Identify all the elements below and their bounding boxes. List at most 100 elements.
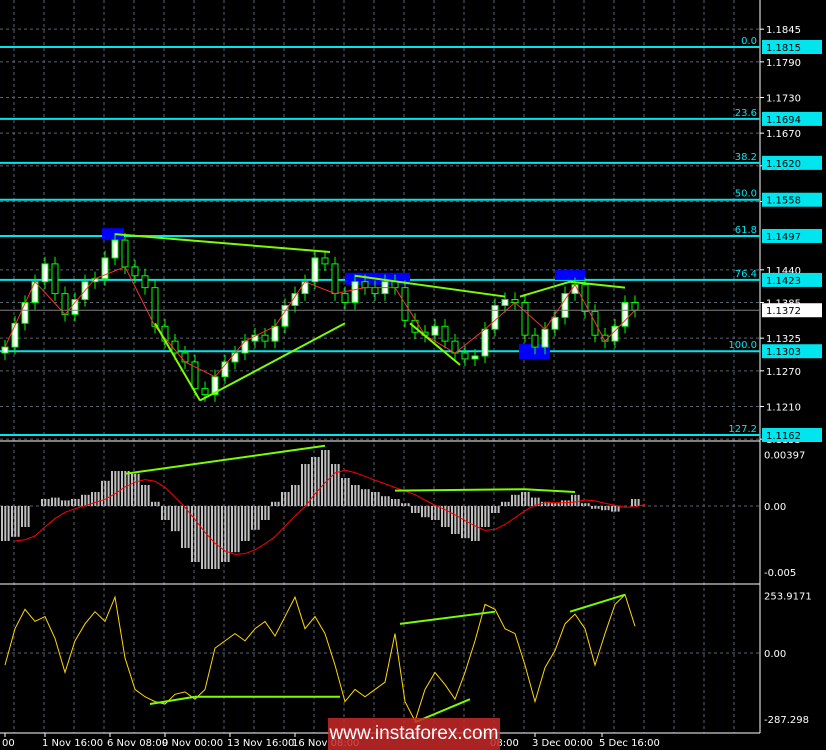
macd-bar [7, 506, 10, 541]
candle-body [351, 281, 359, 304]
macd-bar [487, 506, 490, 527]
macd-bar [124, 471, 127, 506]
time-tick-label: 1 Nov 16:00 [42, 738, 103, 749]
macd-tick-label: 0.00397 [764, 450, 805, 461]
macd-bar [21, 506, 23, 527]
macd-bar [44, 499, 47, 506]
cci-line [4, 593, 636, 723]
fib-level-label: 38.2 [735, 152, 757, 163]
macd-bar [637, 499, 640, 506]
macd-bar [464, 506, 467, 539]
macd-bar [347, 478, 350, 506]
macd-bar [591, 506, 593, 509]
macd-bar [174, 506, 177, 532]
time-tick-label: 13 Nov 16:00 [227, 738, 294, 749]
candle-body [551, 316, 559, 330]
time-tick-label: 9 Nov 00:00 [162, 738, 223, 749]
cci-tick-label: 253.9171 [764, 591, 812, 602]
macd-bar [321, 450, 323, 506]
macd-bar [291, 485, 293, 506]
macd-bar [264, 506, 267, 520]
macd-bar [427, 506, 430, 518]
trend-line [394, 488, 526, 492]
fib-price-label: 1.1497 [766, 232, 801, 243]
candle-body [231, 352, 239, 363]
macd-bar [101, 480, 103, 506]
macd-bar [631, 499, 633, 506]
macd-bar [307, 464, 310, 506]
fib-price-label: 1.1303 [766, 347, 801, 358]
candle-body [321, 257, 329, 265]
fib-level-label: 100.0 [728, 340, 757, 351]
macd-bar [357, 485, 360, 506]
chart-window[interactable]: 1.18451.17901.17301.16701.16151.15551.14… [0, 0, 826, 750]
macd-bar [481, 506, 483, 527]
macd-bar [117, 471, 120, 506]
macd-bar [477, 506, 480, 541]
macd-bar [224, 506, 227, 562]
macd-bar [161, 506, 163, 520]
macd-bar [221, 506, 223, 562]
macd-bar [601, 506, 603, 511]
macd-bar [344, 478, 347, 506]
candle-body [121, 239, 129, 268]
macd-bar [154, 501, 157, 506]
trend-line [124, 444, 326, 475]
price-tick-label: 1.1325 [766, 334, 801, 345]
macd-bar [521, 492, 523, 506]
candle-body [431, 325, 439, 336]
macd-bar [451, 506, 453, 534]
macd-bar [251, 506, 253, 530]
macd-bar [551, 503, 553, 506]
macd-bar [504, 501, 507, 506]
macd-bar [194, 506, 197, 562]
macd-bar [57, 497, 60, 506]
macd-bar [374, 492, 377, 506]
macd-bar [94, 492, 97, 506]
price-tick-label: 1.1210 [766, 402, 801, 413]
candle-body [491, 304, 499, 330]
macd-bar [54, 497, 57, 506]
macd-bar [377, 492, 380, 506]
macd-bar [237, 506, 240, 553]
macd-bar [501, 501, 503, 506]
highlight-box [555, 269, 585, 280]
macd-bar [234, 506, 237, 553]
candle-body [331, 263, 339, 295]
macd-bar [361, 489, 363, 506]
price-tick-label: 1.1670 [766, 129, 801, 140]
fib-price-label: 1.1694 [766, 115, 801, 126]
candle-body [21, 302, 29, 324]
macd-tick-label: 0.00 [764, 502, 786, 513]
macd-bar [634, 499, 637, 506]
candle-body [531, 334, 539, 348]
macd-bar [47, 499, 50, 506]
candle-body [151, 287, 159, 327]
macd-bar [574, 494, 577, 506]
macd-bar [351, 485, 353, 506]
trend-line [149, 695, 196, 706]
macd-bar [517, 494, 520, 506]
macd-bar [231, 506, 233, 553]
fib-price-label: 1.1558 [766, 196, 801, 207]
fib-level-label: 127.2 [728, 424, 757, 435]
current-price-label: 1.1372 [766, 306, 801, 317]
fib-level-label: 50.0 [735, 189, 757, 200]
macd-bar [281, 492, 283, 506]
macd-bar [61, 500, 63, 506]
macd-bar [214, 506, 217, 569]
macd-bar [151, 501, 153, 506]
trend-line [524, 488, 576, 493]
macd-bar [354, 485, 357, 506]
candle-body [501, 299, 509, 306]
candle-body [181, 352, 189, 363]
chart-canvas[interactable]: 1.18451.17901.17301.16701.16151.15551.14… [0, 0, 826, 750]
macd-bar [527, 492, 530, 506]
candle-body [271, 325, 279, 342]
macd-bar [387, 496, 390, 506]
macd-bar [284, 492, 287, 506]
candle-body [201, 388, 209, 396]
candle-body [311, 257, 319, 283]
macd-bar [337, 464, 340, 506]
time-tick-label: 6 Nov 08:00 [107, 738, 168, 749]
